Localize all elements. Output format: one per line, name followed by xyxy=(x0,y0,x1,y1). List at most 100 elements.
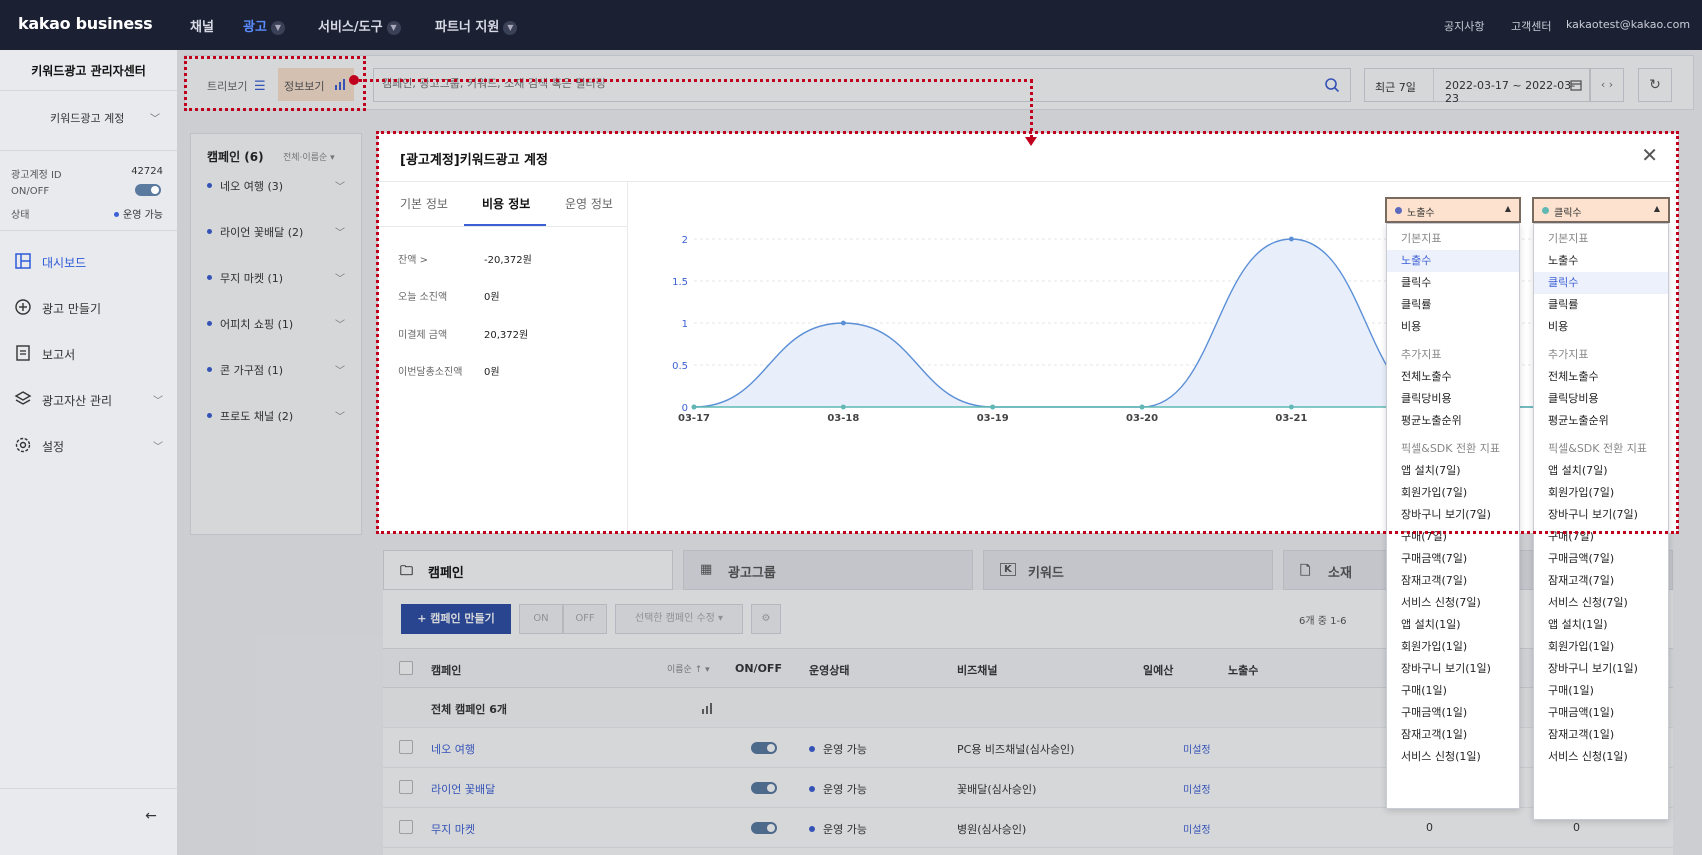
tree-view-button[interactable]: 트리보기 ☰ xyxy=(207,78,266,94)
dropdown-option[interactable]: 앱 설치(1일) xyxy=(1387,614,1519,636)
sidebar-item-report[interactable]: 보고서 xyxy=(0,334,177,372)
support-link[interactable]: 고객센터 xyxy=(1511,18,1551,34)
tree-item[interactable]: 프로도 채널 (2) xyxy=(207,408,293,424)
dropdown-option[interactable]: 노출수 xyxy=(1534,250,1668,272)
dropdown-option[interactable]: 잠재고객(7일) xyxy=(1387,570,1519,592)
dropdown-option[interactable]: 전체노출수 xyxy=(1534,366,1668,388)
dropdown-option[interactable]: 잠재고객(1일) xyxy=(1534,724,1668,746)
tab-keyword[interactable]: K 키워드 xyxy=(983,550,1273,590)
date-prev-next-icon[interactable]: ‹ › xyxy=(1590,68,1624,102)
dropdown-option[interactable]: 전체노출수 xyxy=(1387,366,1519,388)
tree-item[interactable]: 라이언 꽃배달 (2) xyxy=(207,224,303,240)
dropdown-option[interactable]: 비용 xyxy=(1534,316,1668,338)
nav-menu-partner[interactable]: 파트너 지원 ▼ xyxy=(435,16,518,35)
sidebar-item-settings[interactable]: 설정 ﹀ xyxy=(0,426,177,464)
nav-menu-services[interactable]: 서비스/도구 ▼ xyxy=(318,16,401,35)
col-campaign[interactable]: 캠페인 xyxy=(431,662,461,678)
dropdown-option[interactable]: 잠재고객(7일) xyxy=(1534,570,1668,592)
tree-item[interactable]: 무지 마켓 (1) xyxy=(207,270,283,286)
bulk-edit-select[interactable]: 선택한 캠페인 수정 ▾ xyxy=(615,604,743,634)
dropdown-option[interactable]: 앱 설치(7일) xyxy=(1387,460,1519,482)
dropdown-option[interactable]: 서비스 신청(7일) xyxy=(1534,592,1668,614)
tab-campaign[interactable]: 🗀 캠페인 xyxy=(383,550,673,590)
dropdown-option[interactable]: 장바구니 보기(7일) xyxy=(1534,504,1668,526)
dropdown-option[interactable]: 회원가입(7일) xyxy=(1387,482,1519,504)
dropdown-option[interactable]: 클릭당비용 xyxy=(1387,388,1519,410)
tree-sort-select[interactable]: 전체·이름순 ▾ xyxy=(283,150,335,163)
tab-basic-info[interactable]: 기본 정보 xyxy=(400,195,448,212)
col-channel[interactable]: 비즈채널 xyxy=(957,662,997,678)
select-all-checkbox[interactable] xyxy=(399,661,413,675)
dropdown-option[interactable]: 서비스 신청(1일) xyxy=(1387,746,1519,768)
campaign-name-link[interactable]: 네오 여행 xyxy=(431,741,475,757)
dropdown-option[interactable]: 구매(7일) xyxy=(1534,526,1668,548)
chevron-down-icon[interactable]: ﹀ xyxy=(335,178,345,193)
tab-operation-info[interactable]: 운영 정보 xyxy=(565,195,613,212)
budget-link[interactable]: 미설정 xyxy=(1183,821,1211,836)
chevron-down-icon[interactable]: ﹀ xyxy=(335,270,345,285)
off-button[interactable]: OFF xyxy=(563,604,607,634)
dropdown-option[interactable]: 회원가입(7일) xyxy=(1534,482,1668,504)
dropdown-option[interactable]: 클릭수 xyxy=(1387,272,1519,294)
date-range-picker[interactable]: 최근 7일 2022-03-17 ~ 2022-03-23 xyxy=(1364,68,1590,105)
campaign-name-link[interactable]: 라이언 꽃배달 xyxy=(431,781,495,797)
on-button[interactable]: ON xyxy=(519,604,563,634)
budget-link[interactable]: 미설정 xyxy=(1183,781,1211,796)
row-onoff-toggle[interactable] xyxy=(751,822,777,834)
campaign-name-link[interactable]: 무지 마켓 xyxy=(431,821,475,837)
dropdown-option[interactable]: 구매금액(7일) xyxy=(1534,548,1668,570)
row-checkbox[interactable] xyxy=(399,820,413,834)
dropdown-option[interactable]: 앱 설치(7일) xyxy=(1534,460,1668,482)
dropdown-option[interactable]: 구매(1일) xyxy=(1534,680,1668,702)
nav-menu-ads[interactable]: 광고 ▼ xyxy=(243,16,285,35)
dropdown-option[interactable]: 클릭당비용 xyxy=(1534,388,1668,410)
date-preset[interactable]: 최근 7일 xyxy=(1375,79,1416,95)
col-onoff[interactable]: ON/OFF xyxy=(735,662,782,675)
chevron-down-icon[interactable]: ﹀ xyxy=(335,408,345,423)
close-icon[interactable]: ✕ xyxy=(1641,145,1658,165)
bar-chart-icon[interactable] xyxy=(701,702,713,714)
row-checkbox[interactable] xyxy=(399,780,413,794)
balance-label[interactable]: 잔액 > xyxy=(398,251,428,266)
nav-menu-channel[interactable]: 채널 xyxy=(190,16,214,35)
dropdown-option[interactable]: 클릭률 xyxy=(1387,294,1519,316)
dropdown-option[interactable]: 평균노출순위 xyxy=(1534,410,1668,432)
row-checkbox[interactable] xyxy=(399,740,413,754)
col-budget[interactable]: 일예산 xyxy=(1143,662,1173,678)
dropdown-option[interactable]: 구매금액(1일) xyxy=(1534,702,1668,724)
dropdown-option[interactable]: 구매(1일) xyxy=(1387,680,1519,702)
account-onoff-toggle[interactable] xyxy=(135,184,161,196)
dropdown-option[interactable]: 앱 설치(1일) xyxy=(1534,614,1668,636)
dropdown-option[interactable]: 장바구니 보기(1일) xyxy=(1534,658,1668,680)
sidebar-item-dashboard[interactable]: 대시보드 xyxy=(0,242,177,280)
dropdown-option[interactable]: 평균노출순위 xyxy=(1387,410,1519,432)
metric-select-2[interactable]: 클릭수 ▲ xyxy=(1532,197,1670,223)
tree-item[interactable]: 어피치 쇼핑 (1) xyxy=(207,316,293,332)
notice-link[interactable]: 공지사항 xyxy=(1444,18,1484,34)
row-onoff-toggle[interactable] xyxy=(751,782,777,794)
dropdown-option[interactable]: 회원가입(1일) xyxy=(1534,636,1668,658)
dropdown-option[interactable]: 비용 xyxy=(1387,316,1519,338)
kakao-business-logo[interactable]: kakao business xyxy=(18,14,153,33)
account-selector[interactable]: 키워드광고 계정 xyxy=(50,110,124,126)
metric-select-1[interactable]: 노출수 ▲ xyxy=(1385,197,1521,223)
sidebar-item-assets[interactable]: 광고자산 관리 ﹀ xyxy=(0,380,177,418)
col-status[interactable]: 운영상태 xyxy=(809,662,849,678)
dropdown-option[interactable]: 잠재고객(1일) xyxy=(1387,724,1519,746)
dropdown-option[interactable]: 클릭률 xyxy=(1534,294,1668,316)
dropdown-option[interactable]: 구매금액(7일) xyxy=(1387,548,1519,570)
tree-item[interactable]: 네오 여행 (3) xyxy=(207,178,283,194)
dropdown-option[interactable]: 장바구니 보기(7일) xyxy=(1387,504,1519,526)
budget-link[interactable]: 미설정 xyxy=(1183,741,1211,756)
chevron-down-icon[interactable]: ﹀ xyxy=(150,110,160,125)
info-view-button[interactable]: 정보보기 xyxy=(278,68,354,101)
sidebar-item-create-ad[interactable]: 광고 만들기 xyxy=(0,288,177,326)
search-icon[interactable] xyxy=(1324,77,1340,93)
tab-cost-info[interactable]: 비용 정보 xyxy=(482,195,530,212)
col-impressions[interactable]: 노출수 xyxy=(1228,662,1258,678)
refresh-icon[interactable]: ↻ xyxy=(1638,68,1672,102)
chevron-down-icon[interactable]: ﹀ xyxy=(335,316,345,331)
chevron-down-icon[interactable]: ﹀ xyxy=(335,224,345,239)
tree-item[interactable]: 콘 가구점 (1) xyxy=(207,362,283,378)
dropdown-option[interactable]: 클릭수 xyxy=(1534,272,1668,294)
